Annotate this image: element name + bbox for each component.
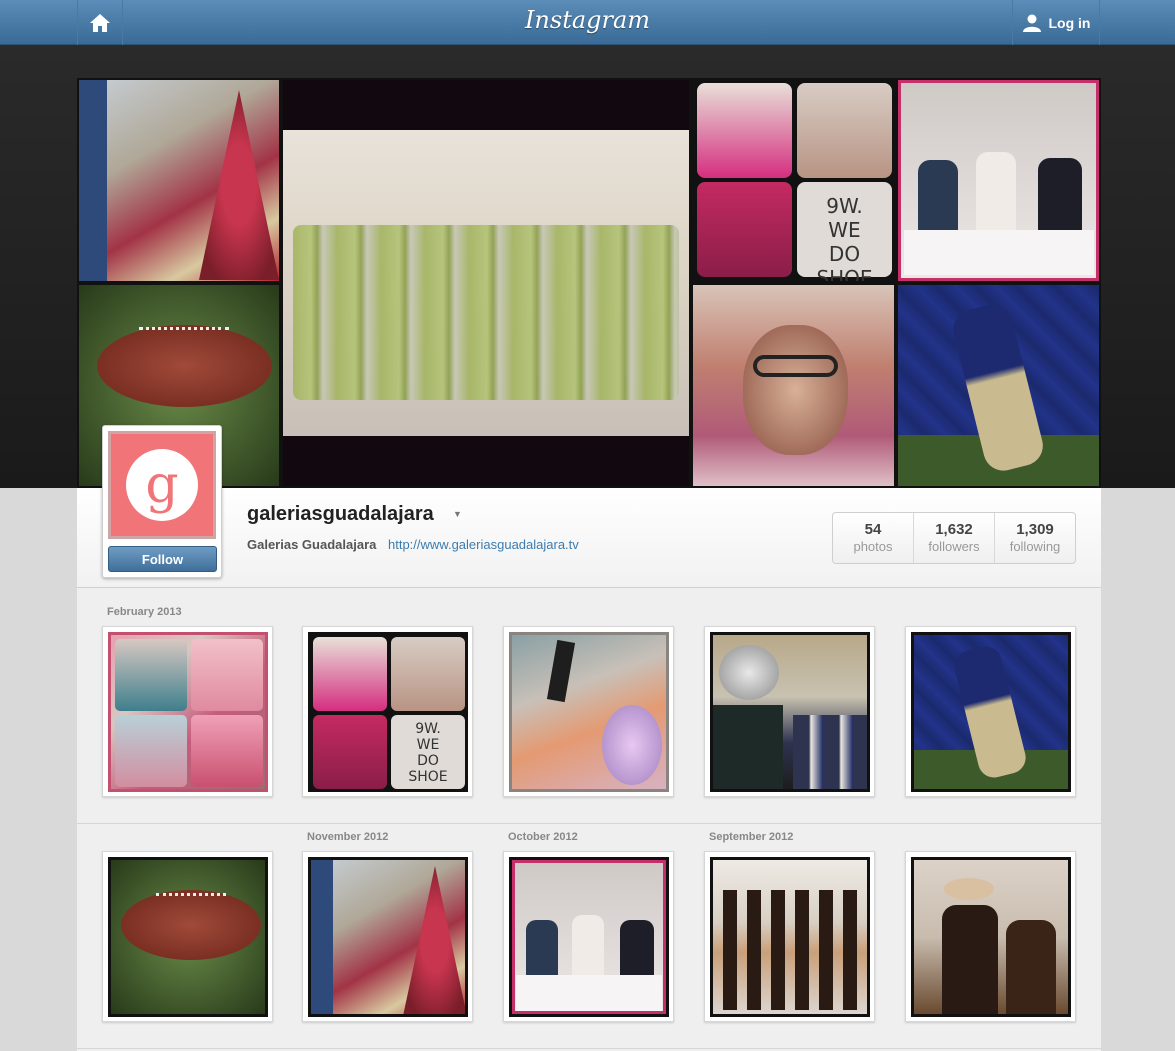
- profile-avatar-card: g Follow: [102, 425, 222, 578]
- follow-button[interactable]: Follow: [108, 546, 217, 572]
- cakes-display-photo: [509, 632, 669, 792]
- photo-thumb[interactable]: [905, 626, 1076, 797]
- section-divider: [77, 1048, 1101, 1049]
- photo-thumb[interactable]: [905, 851, 1076, 1022]
- photo-thumb[interactable]: [704, 851, 875, 1022]
- date-label-october-2012: October 2012: [508, 831, 578, 843]
- stat-value: 1,632: [935, 521, 973, 538]
- profile-username: galeriasguadalajara: [247, 503, 434, 525]
- stat-label: followers: [928, 539, 980, 554]
- section-divider: [77, 823, 1101, 824]
- header-photo-collage: 9W. WE DO SHOE: [77, 78, 1101, 488]
- football-players-photo: [710, 632, 870, 792]
- we-do-shoe-sign: 9W. WE DO SHOE: [391, 715, 465, 789]
- date-label-september-2012: September 2012: [709, 831, 794, 843]
- collage-photo-nfl-statue[interactable]: [896, 283, 1101, 488]
- christmas-tree-photo: [308, 857, 468, 1017]
- avatar[interactable]: g: [108, 431, 216, 539]
- collage-photo-artwork-face[interactable]: [691, 283, 896, 488]
- pink-ottoman-shoes-photo: 9W. WE DO SHOE: [308, 632, 468, 792]
- nfl-player-statue-photo: [911, 632, 1071, 792]
- photo-thumb[interactable]: [302, 851, 473, 1022]
- stat-label: photos: [853, 539, 893, 554]
- stat-value: 1,309: [1016, 521, 1054, 538]
- user-icon: [1022, 14, 1041, 32]
- nfl-football-photo: [108, 857, 268, 1017]
- stat-value: 54: [864, 521, 882, 538]
- date-label-november-2012: November 2012: [307, 831, 389, 843]
- username-dropdown-caret-icon[interactable]: ▼: [453, 509, 462, 519]
- swimwear-mannequins-photo: [108, 632, 268, 792]
- mariachi-band-photo: [710, 857, 870, 1017]
- mariachi-singer-photo: [911, 857, 1071, 1017]
- photo-thumb[interactable]: [503, 626, 674, 797]
- stat-followers[interactable]: 1,632 followers: [914, 513, 995, 563]
- profile-website-link[interactable]: http://www.galeriasguadalajara.tv: [388, 537, 579, 552]
- instagram-logo[interactable]: Instagram: [0, 6, 1175, 34]
- avatar-letter: g: [145, 455, 179, 515]
- login-label: Log in: [1048, 14, 1091, 31]
- profile-stats: 54 photos 1,632 followers 1,309 followin…: [832, 512, 1076, 564]
- three-people-photo: [509, 857, 669, 1017]
- collage-photo-mariachi-group[interactable]: [281, 78, 691, 488]
- login-button[interactable]: Log in: [1012, 0, 1100, 45]
- stat-following[interactable]: 1,309 following: [995, 513, 1075, 563]
- collage-photo-three-people[interactable]: [896, 78, 1101, 283]
- we-do-shoe-sign: 9W. WE DO SHOE: [797, 182, 892, 281]
- collage-photo-pink-ottoman-shoes[interactable]: 9W. WE DO SHOE: [691, 78, 896, 283]
- stat-photos[interactable]: 54 photos: [833, 513, 914, 563]
- stat-label: following: [1009, 539, 1061, 554]
- photo-thumb[interactable]: 9W. WE DO SHOE: [302, 626, 473, 797]
- top-navigation-bar: Instagram Log in: [0, 0, 1175, 45]
- collage-photo-christmas-tree[interactable]: [77, 78, 281, 283]
- photo-thumb[interactable]: [503, 851, 674, 1022]
- profile-full-name: Galerias Guadalajara: [247, 537, 377, 552]
- photo-thumb[interactable]: [704, 626, 875, 797]
- photo-thumb[interactable]: [102, 851, 273, 1022]
- photo-thumb[interactable]: [102, 626, 273, 797]
- date-label-february-2013: February 2013: [107, 606, 182, 618]
